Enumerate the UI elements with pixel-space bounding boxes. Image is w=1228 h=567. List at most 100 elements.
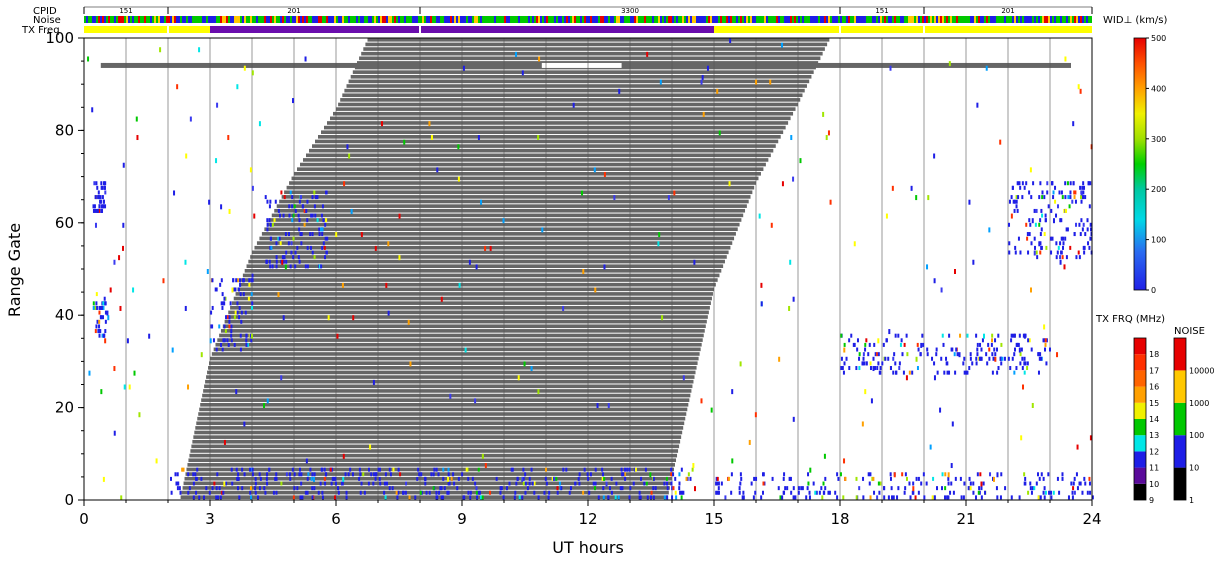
echo-point — [836, 472, 839, 477]
noise-cell — [320, 16, 322, 23]
echo-point — [538, 56, 541, 62]
echo-point — [654, 486, 657, 491]
noise-cell — [472, 16, 474, 23]
noise-cell — [806, 16, 808, 23]
noise-cell — [532, 16, 534, 23]
echo-point — [1055, 255, 1058, 260]
noise-cell — [740, 16, 742, 23]
echo-point — [243, 65, 246, 71]
echo-point — [238, 305, 241, 310]
echo-point — [215, 158, 218, 164]
echo-point — [537, 495, 540, 500]
echo-point — [324, 222, 327, 227]
noise-cell — [94, 16, 96, 23]
noise-cell — [1006, 16, 1008, 23]
echo-point — [1056, 352, 1059, 358]
echo-point — [523, 361, 526, 367]
echo-point — [94, 195, 97, 200]
noise-colorbar-label: 1000 — [1189, 399, 1209, 408]
echo-point — [195, 490, 198, 495]
echo-point — [1008, 222, 1011, 227]
noise-cell — [330, 16, 332, 23]
echo-point — [1089, 490, 1092, 495]
echo-point — [379, 481, 382, 486]
noise-cell — [892, 16, 894, 23]
echo-point — [230, 324, 233, 329]
echo-point — [284, 264, 287, 270]
echo-point — [825, 135, 828, 141]
echo-point — [248, 278, 251, 283]
echo-point — [1015, 366, 1018, 371]
echo-point — [922, 342, 925, 347]
echo-point — [1037, 472, 1040, 477]
echo-point — [447, 476, 450, 482]
echo-point — [1038, 476, 1041, 481]
echo-point — [613, 195, 616, 201]
noise-cell — [708, 16, 710, 23]
echo-point — [667, 195, 670, 201]
echo-point — [292, 98, 295, 104]
noise-cell — [412, 16, 414, 23]
echo-point — [956, 352, 959, 357]
noise-cell — [936, 16, 938, 23]
echo-point — [98, 204, 101, 209]
echo-point — [1015, 199, 1018, 204]
ground-scatter-row — [210, 356, 699, 361]
echo-point — [236, 301, 239, 306]
echo-point — [946, 361, 949, 366]
noise-cell — [106, 16, 108, 23]
ground-scatter-row — [202, 393, 691, 398]
echo-point — [480, 199, 483, 205]
noise-cell — [684, 16, 686, 23]
echo-point — [902, 370, 905, 375]
echo-point — [179, 490, 182, 495]
echo-point — [953, 352, 956, 357]
noise-cell — [646, 16, 648, 23]
noise-cell — [550, 16, 552, 23]
echo-point — [912, 490, 915, 495]
echo-point — [738, 490, 741, 495]
echo-point — [283, 255, 286, 260]
echo-point — [1050, 495, 1053, 500]
echo-point — [1000, 342, 1003, 347]
echo-point — [248, 282, 251, 287]
noise-cell — [754, 16, 756, 23]
echo-point — [1069, 245, 1072, 250]
echo-point — [884, 356, 887, 361]
echo-point — [1034, 245, 1037, 250]
noise-cell — [1048, 16, 1050, 23]
noise-cell — [452, 16, 454, 23]
echo-point — [670, 481, 673, 486]
noise-cell — [1018, 16, 1020, 23]
echo-point — [920, 342, 923, 348]
echo-point — [1057, 245, 1060, 250]
noise-cell — [528, 16, 530, 23]
echo-point — [177, 481, 180, 486]
echo-point — [436, 495, 439, 500]
echo-point — [619, 486, 622, 491]
echo-point — [762, 481, 765, 486]
echo-point — [521, 495, 524, 500]
echo-point — [407, 319, 410, 325]
echo-point — [234, 287, 237, 292]
echo-point — [754, 490, 757, 495]
noise-cell — [1042, 16, 1044, 23]
noise-cell — [856, 16, 858, 23]
echo-point — [269, 236, 272, 241]
noise-cell — [1002, 16, 1004, 23]
echo-point — [436, 167, 439, 173]
echo-point — [537, 389, 540, 395]
ground-scatter-row — [259, 236, 735, 241]
echo-point — [1021, 181, 1024, 186]
noise-cell — [898, 16, 900, 23]
echo-point — [1069, 195, 1072, 200]
noise-colorbar: 110100100010000 — [1173, 337, 1214, 505]
echo-point — [468, 259, 471, 265]
echo-point — [1035, 481, 1038, 486]
echo-point — [915, 476, 918, 481]
echo-point — [408, 495, 411, 500]
noise-cell — [446, 16, 448, 23]
echo-point — [192, 481, 195, 486]
noise-cell — [190, 16, 192, 23]
echo-point — [228, 324, 231, 329]
